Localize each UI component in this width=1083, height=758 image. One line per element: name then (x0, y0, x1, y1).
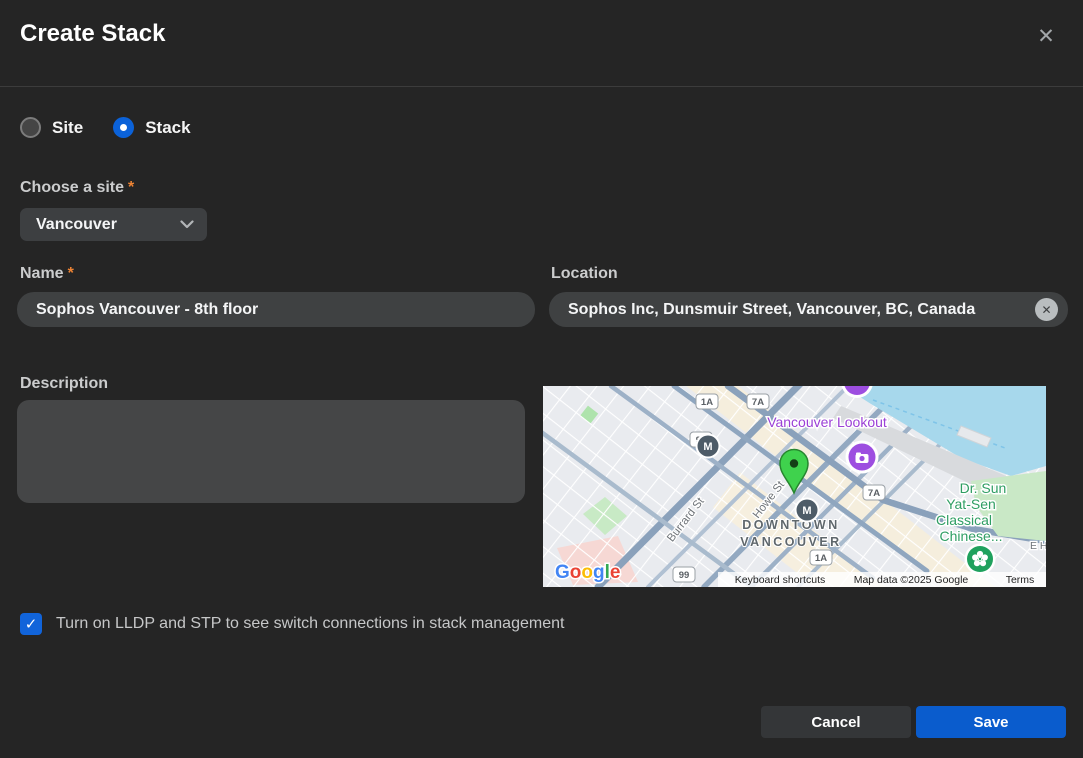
svg-text:M: M (703, 441, 712, 453)
create-stack-dialog: Create Stack ✕ Site Stack Choose a site *… (0, 0, 1083, 758)
svg-text:Yat-Sen: Yat-Sen (946, 496, 996, 512)
google-logo[interactable]: Google (554, 561, 622, 585)
svg-text:7A: 7A (752, 397, 764, 408)
name-label: Name * (20, 265, 74, 282)
cancel-button[interactable]: Cancel (761, 706, 911, 738)
camera-poi-icon (845, 440, 879, 474)
google-map-canvas: Burrard St Howe St E H DOWNTOWN VANCOUVE… (543, 386, 1046, 587)
map-data-attribution: Map data ©2025 Google (854, 574, 969, 586)
description-label: Description (20, 375, 109, 392)
keyboard-shortcuts-link[interactable]: Keyboard shortcuts (735, 574, 825, 586)
header-divider (0, 86, 1083, 87)
radio-stack-label: Stack (145, 117, 191, 137)
type-radio-group: Site Stack (20, 117, 191, 138)
lldp-checkbox[interactable]: ✓ (20, 613, 42, 635)
required-asterisk: * (67, 265, 74, 282)
location-map[interactable]: Burrard St Howe St E H DOWNTOWN VANCOUVE… (543, 386, 1046, 587)
poi-label-lookout: Vancouver Lookout (767, 414, 887, 430)
metro-station-icon: M (695, 433, 721, 459)
choose-site-label: Choose a site * (20, 179, 135, 196)
chevron-down-icon (180, 220, 194, 229)
svg-text:7A: 7A (868, 488, 880, 499)
street-label-east: E H (1030, 540, 1046, 552)
lldp-checkbox-row: ✓ Turn on LLDP and STP to see switch con… (20, 613, 564, 635)
svg-text:Classical: Classical (936, 512, 992, 528)
radio-option-stack[interactable]: Stack (113, 117, 191, 138)
close-icon[interactable]: ✕ (1030, 20, 1062, 52)
svg-text:1A: 1A (815, 553, 827, 564)
radio-stack[interactable] (113, 117, 135, 138)
radio-option-site[interactable]: Site (20, 117, 83, 138)
radio-site-label: Site (52, 117, 84, 137)
svg-text:Chinese...: Chinese... (939, 528, 1002, 544)
svg-text:99: 99 (679, 570, 690, 581)
checkmark-icon: ✓ (24, 616, 38, 633)
location-input[interactable] (549, 292, 1068, 327)
svg-text:DOWNTOWN: DOWNTOWN (742, 518, 840, 532)
route-shield: 1A (695, 393, 719, 410)
save-button[interactable]: Save (916, 706, 1066, 738)
svg-text:VANCOUVER: VANCOUVER (740, 535, 841, 549)
name-input[interactable] (17, 292, 535, 327)
site-select[interactable]: Vancouver (20, 208, 207, 241)
garden-poi-icon (964, 543, 996, 575)
route-shield: 7A (746, 393, 770, 410)
svg-text:Dr. Sun: Dr. Sun (960, 480, 1007, 496)
page-title: Create Stack (20, 20, 166, 47)
radio-site[interactable] (20, 117, 41, 138)
route-shield: 1A (809, 549, 833, 566)
svg-text:M: M (802, 505, 811, 517)
location-label: Location (551, 265, 618, 282)
terms-link[interactable]: Terms (1006, 574, 1035, 586)
description-textarea[interactable] (17, 400, 525, 503)
required-asterisk: * (128, 179, 135, 196)
route-shield: 99 (672, 566, 696, 583)
site-select-value: Vancouver (36, 215, 117, 233)
clear-location-icon[interactable]: ✕ (1035, 298, 1058, 321)
lldp-checkbox-label: Turn on LLDP and STP to see switch conne… (56, 615, 565, 632)
svg-text:1A: 1A (701, 397, 713, 408)
metro-station-icon: M (794, 497, 820, 523)
route-shield: 7A (862, 484, 886, 501)
